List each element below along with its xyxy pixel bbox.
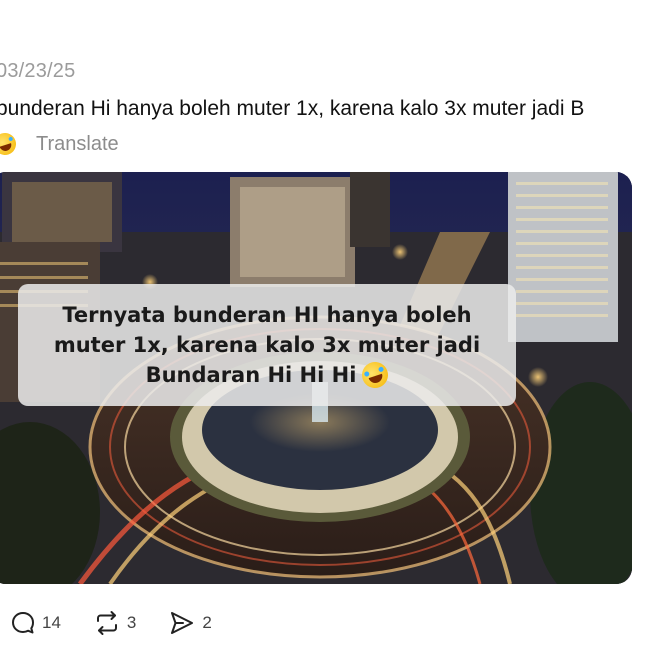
post-actions: 14 3 2 (10, 608, 244, 638)
send-icon (171, 612, 194, 634)
post-date: 03/23/25 (0, 60, 76, 82)
translate-link[interactable]: Translate (36, 133, 119, 156)
share-count: 2 (202, 613, 212, 632)
rolling-laughing-emoji-icon (359, 358, 392, 392)
repost-button[interactable]: 3 (93, 610, 136, 636)
reply-button[interactable]: 14 (10, 610, 61, 636)
post-text: bunderan Hi hanya boleh muter 1x, karena… (0, 97, 585, 120)
rolling-laughing-emoji-icon (0, 130, 19, 158)
translate-row: Translate (0, 129, 119, 159)
caption-line-1: Ternyata bunderan HI hanya boleh (62, 303, 472, 327)
share-button[interactable]: 2 (168, 610, 212, 636)
reply-icon (12, 612, 34, 634)
caption-line-3: Bundaran Hi Hi Hi (145, 363, 357, 387)
post-image[interactable]: Ternyata bunderan HI hanya boleh muter 1… (0, 172, 632, 584)
image-caption: Ternyata bunderan HI hanya boleh muter 1… (18, 284, 516, 406)
repost-icon (96, 611, 117, 635)
repost-count: 3 (126, 613, 137, 632)
caption-line-2: muter 1x, karena kalo 3x muter jadi (53, 333, 481, 357)
reply-count: 14 (42, 613, 61, 632)
